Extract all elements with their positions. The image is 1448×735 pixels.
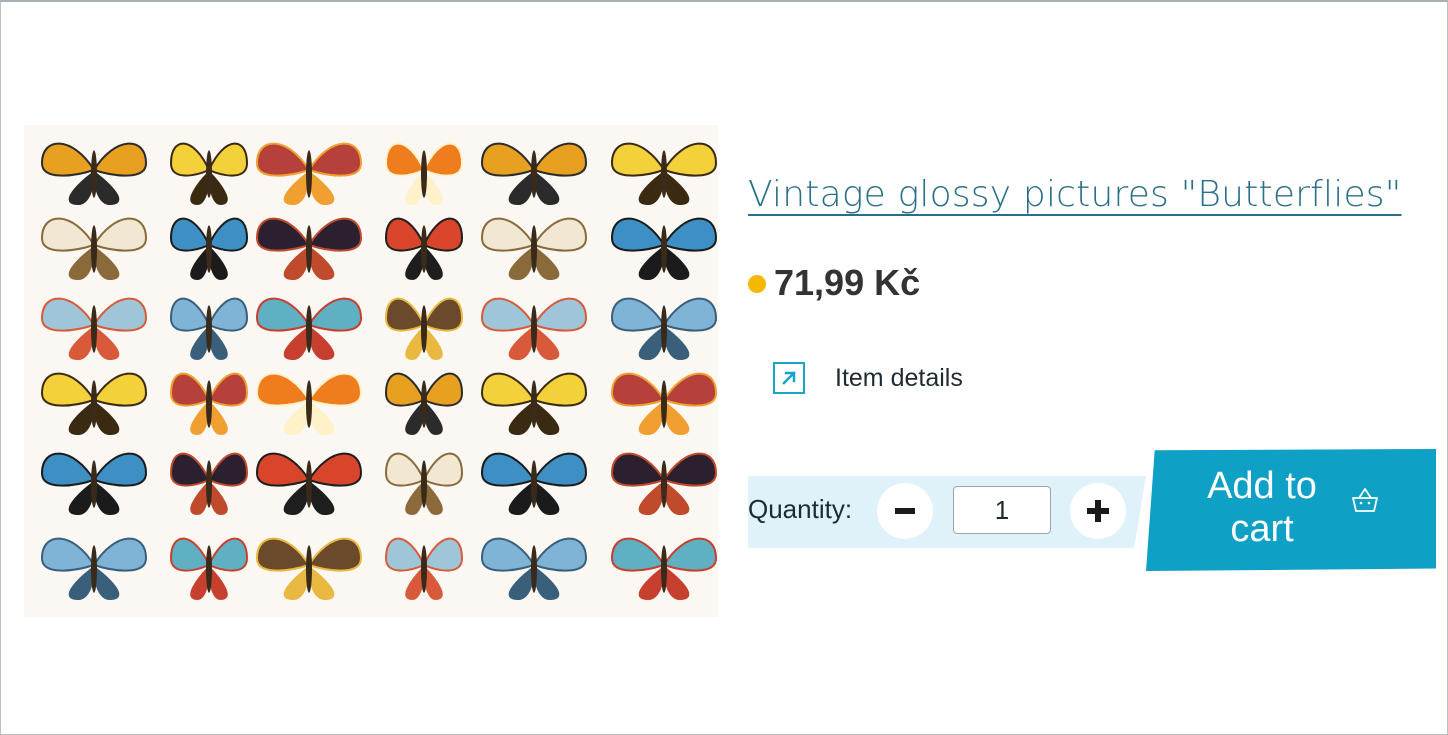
butterfly-illustration bbox=[610, 537, 718, 601]
increase-quantity-button[interactable] bbox=[1070, 483, 1126, 539]
item-details-label: Item details bbox=[835, 363, 963, 392]
product-price: 71,99 Kč bbox=[774, 262, 921, 303]
product-title-link[interactable]: Vintage glossy pictures "Butterflies" bbox=[748, 174, 1402, 215]
butterfly-illustration bbox=[610, 372, 718, 436]
butterfly-illustration bbox=[480, 372, 588, 436]
quantity-input[interactable] bbox=[953, 486, 1051, 534]
butterfly-illustration bbox=[40, 537, 148, 601]
item-details-link[interactable]: Item details bbox=[773, 362, 963, 394]
product-image[interactable] bbox=[24, 125, 718, 617]
butterfly-illustration bbox=[384, 297, 464, 361]
butterfly-illustration bbox=[480, 142, 588, 206]
butterfly-illustration bbox=[610, 452, 718, 516]
butterfly-illustration bbox=[40, 142, 148, 206]
decrease-quantity-button[interactable] bbox=[877, 483, 933, 539]
butterfly-illustration bbox=[40, 217, 148, 281]
butterfly-illustration bbox=[480, 537, 588, 601]
butterfly-illustration bbox=[255, 537, 363, 601]
add-to-cart-label: Add to cart bbox=[1207, 465, 1317, 550]
butterfly-illustration bbox=[480, 452, 588, 516]
plus-icon bbox=[1087, 500, 1109, 522]
quantity-label: Quantity: bbox=[748, 494, 853, 524]
butterfly-illustration bbox=[610, 142, 718, 206]
butterfly-illustration bbox=[169, 537, 249, 601]
external-arrow-icon bbox=[773, 362, 805, 394]
butterfly-illustration bbox=[384, 537, 464, 601]
butterfly-illustration bbox=[40, 297, 148, 361]
butterfly-illustration bbox=[255, 372, 363, 436]
top-border bbox=[0, 0, 1448, 2]
butterfly-illustration bbox=[384, 142, 464, 206]
butterfly-illustration bbox=[169, 372, 249, 436]
availability-dot bbox=[748, 275, 766, 293]
butterfly-illustration bbox=[169, 142, 249, 206]
butterfly-illustration bbox=[384, 452, 464, 516]
price-row: 71,99 Kč bbox=[748, 262, 920, 304]
butterfly-illustration bbox=[480, 217, 588, 281]
basket-icon bbox=[1352, 488, 1378, 512]
butterfly-illustration bbox=[384, 217, 464, 281]
butterfly-illustration bbox=[169, 217, 249, 281]
add-to-cart-button[interactable]: Add to cart bbox=[1146, 449, 1436, 571]
butterfly-illustration bbox=[255, 217, 363, 281]
butterfly-illustration bbox=[169, 452, 249, 516]
butterfly-illustration bbox=[480, 297, 588, 361]
butterfly-illustration bbox=[610, 297, 718, 361]
butterfly-illustration bbox=[40, 372, 148, 436]
butterfly-illustration bbox=[384, 372, 464, 436]
butterfly-illustration bbox=[610, 217, 718, 281]
butterfly-illustration bbox=[255, 297, 363, 361]
butterfly-illustration bbox=[255, 142, 363, 206]
minus-icon bbox=[895, 508, 915, 514]
butterfly-illustration bbox=[169, 297, 249, 361]
butterfly-illustration bbox=[255, 452, 363, 516]
butterfly-illustration bbox=[40, 452, 148, 516]
